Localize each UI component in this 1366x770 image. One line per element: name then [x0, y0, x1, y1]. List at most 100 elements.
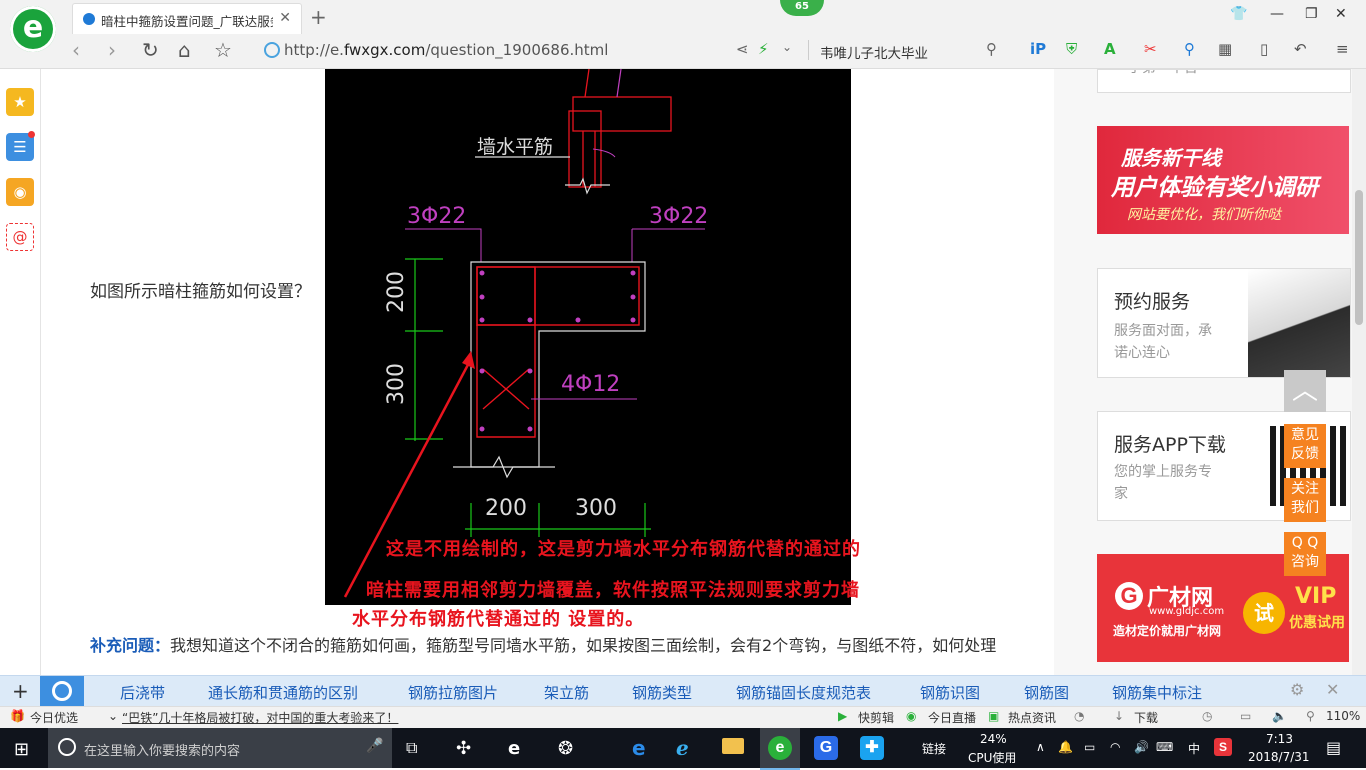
sogou-ime-icon[interactable]: S — [1214, 738, 1232, 756]
email-at-icon[interactable]: @ — [6, 223, 34, 251]
cad-drawing-image[interactable]: 墙水平筋 3Φ22 3Φ22 4Φ12 200 300 200 300 — [325, 68, 851, 605]
shirt-skin-icon[interactable]: 👕 — [1230, 6, 1247, 22]
phone-icon[interactable]: ▯ — [1260, 40, 1268, 58]
survey-banner[interactable]: 服务新干线 用户体验有奖小调研 网站要优化，我们听你哒 — [1097, 126, 1349, 234]
link-label[interactable]: 链接 — [922, 740, 946, 757]
weibo-icon[interactable]: ◉ — [6, 178, 34, 206]
hot-news-link[interactable]: 热点资讯 — [1008, 709, 1056, 726]
new-tab-button[interactable]: + — [310, 5, 327, 29]
history-icon[interactable]: ◷ — [1202, 709, 1212, 723]
undo-icon[interactable]: ↶ — [1294, 40, 1307, 58]
ime-indicator[interactable]: 中 — [1188, 740, 1200, 757]
quickclip-link[interactable]: 快剪辑 — [858, 709, 894, 726]
keyword-search-button[interactable] — [40, 676, 84, 707]
keyword-link[interactable]: 钢筋识图 — [920, 682, 980, 703]
zoom-level[interactable]: 110% — [1326, 709, 1360, 723]
download-link[interactable]: 下载 — [1134, 709, 1158, 726]
ie-app-icon[interactable]: e — [508, 738, 520, 759]
scrollbar-thumb[interactable] — [1355, 190, 1363, 325]
extension-ip-icon[interactable]: iP — [1030, 40, 1046, 58]
swirl-app-icon[interactable]: ❂ — [558, 738, 573, 759]
keyword-link[interactable]: 钢筋图 — [1024, 682, 1069, 703]
home-icon[interactable]: ⌂ — [178, 38, 191, 62]
gcw-vip: VIP — [1295, 584, 1337, 609]
keyword-link[interactable]: 钢筋拉筋图片 — [408, 682, 498, 703]
g-app-icon[interactable]: G — [814, 736, 838, 760]
close-bar-icon[interactable]: ✕ — [1326, 680, 1339, 699]
live-link[interactable]: 今日直播 — [928, 709, 976, 726]
notification-dot — [28, 131, 35, 138]
keyword-link[interactable]: 通长筋和贯通筋的区别 — [208, 682, 358, 703]
magnifier-icon[interactable]: ⚲ — [1184, 40, 1195, 58]
tab-active[interactable]: 暗柱中箍筋设置问题_广联达服务 ✕ — [72, 3, 302, 35]
qq-consult-button[interactable]: Q Q 咨询 — [1284, 532, 1326, 576]
search-icon[interactable]: ⚲ — [986, 40, 997, 58]
follow-button[interactable]: 关注 我们 — [1284, 478, 1326, 522]
browser-logo-icon[interactable]: e — [10, 6, 56, 52]
notification-bell-icon[interactable]: 🔔 — [1058, 740, 1073, 754]
chevron-down-icon[interactable]: ⌄ — [108, 709, 118, 723]
clock-date[interactable]: 2018/7/31 — [1248, 750, 1310, 764]
reserve-service-card[interactable]: 预约服务 服务面对面，承 诺心连心 — [1097, 268, 1351, 378]
favorites-star-icon[interactable]: ★ — [6, 88, 34, 116]
banner-title: 服务新干线 — [1121, 146, 1221, 170]
refresh-icon[interactable]: ↻ — [142, 38, 159, 62]
grid-apps-icon[interactable]: ▦ — [1218, 40, 1232, 58]
column-outline — [470, 261, 646, 468]
keyboard-icon[interactable]: ⌨ — [1156, 740, 1173, 754]
windows-start-icon[interactable]: ⊞ — [14, 739, 29, 760]
download-icon[interactable]: ↓ — [1114, 709, 1124, 723]
browser-taskbar-icon[interactable]: e — [768, 736, 792, 760]
sound-icon[interactable]: 🔈 — [1272, 709, 1287, 723]
url-domain: fwxgx.com — [343, 41, 426, 59]
search-input[interactable]: 韦唯儿子北大毕业 — [820, 42, 928, 62]
keyword-link[interactable]: 架立筋 — [544, 682, 589, 703]
menu-icon[interactable]: ≡ — [1336, 40, 1349, 58]
edge-browser-icon[interactable]: e — [632, 736, 646, 760]
file-explorer-icon[interactable] — [722, 738, 744, 754]
tray-expand-icon[interactable]: ∧ — [1036, 740, 1045, 754]
maximize-button[interactable]: ❐ — [1305, 6, 1318, 22]
scissors-icon[interactable]: ✂ — [1144, 40, 1157, 58]
shield-yen-icon[interactable]: ⛨ — [1066, 40, 1077, 58]
task-view-icon[interactable]: ⧉ — [406, 738, 417, 758]
plus-app-icon[interactable]: ✚ — [860, 736, 884, 760]
chevron-down-icon[interactable]: ⌄ — [782, 40, 792, 54]
news-headline-link[interactable]: “巴铁”几十年格局被打破，对中国的重大考验来了！ — [122, 709, 398, 726]
keyword-link[interactable]: 钢筋类型 — [632, 682, 692, 703]
battery-icon[interactable]: ▭ — [1084, 740, 1095, 754]
tab-close-icon[interactable]: ✕ — [279, 10, 291, 26]
settings-gear-icon[interactable]: ⚙ — [1290, 680, 1304, 699]
taskbar-search-placeholder[interactable]: 在这里输入你要搜索的内容 — [84, 740, 240, 759]
star-icon[interactable]: ☆ — [214, 38, 232, 62]
back-to-top-button[interactable]: ︿ — [1284, 370, 1326, 412]
qq-label-2: 咨询 — [1291, 554, 1319, 570]
back-arrow-icon[interactable]: ‹ — [72, 38, 80, 62]
add-icon[interactable]: + — [12, 679, 29, 703]
today-picks-link[interactable]: 今日优选 — [30, 709, 78, 726]
wifi-icon[interactable]: ◠ — [1110, 740, 1120, 754]
scrollbar[interactable] — [1352, 69, 1366, 675]
close-window-button[interactable]: ✕ — [1335, 6, 1347, 22]
action-center-icon[interactable]: ▤ — [1326, 738, 1341, 757]
minimize-button[interactable]: — — [1270, 6, 1284, 22]
share-icon[interactable]: ⋖ — [736, 40, 749, 58]
window-icon[interactable]: ▭ — [1240, 709, 1251, 723]
keyword-link[interactable]: 钢筋集中标注 — [1112, 682, 1202, 703]
keyword-link[interactable]: 后浇带 — [120, 682, 165, 703]
volume-icon[interactable]: 🔊 — [1134, 740, 1149, 754]
lightning-icon[interactable]: ⚡ — [758, 40, 769, 58]
translate-icon[interactable]: A — [1104, 40, 1116, 58]
zoom-icon[interactable]: ⚲ — [1306, 709, 1315, 723]
microphone-icon[interactable]: 🎤 — [366, 738, 383, 754]
feedback-button[interactable]: 意见 反馈 — [1284, 424, 1326, 468]
top-partial-card[interactable]: 一手第一平台 — [1097, 69, 1351, 93]
internet-explorer-icon[interactable]: ℯ — [676, 736, 689, 760]
speed-icon[interactable]: ◔ — [1074, 709, 1084, 723]
app-sub1: 您的掌上服务专 — [1114, 464, 1212, 480]
address-bar[interactable]: http://e.fwxgx.com/question_1900686.html — [284, 41, 608, 59]
fan-app-icon[interactable]: ✣ — [456, 738, 471, 759]
keyword-link[interactable]: 钢筋锚固长度规范表 — [736, 682, 871, 703]
clock-time[interactable]: 7:13 — [1266, 732, 1293, 746]
forward-arrow-icon[interactable]: › — [108, 38, 116, 62]
